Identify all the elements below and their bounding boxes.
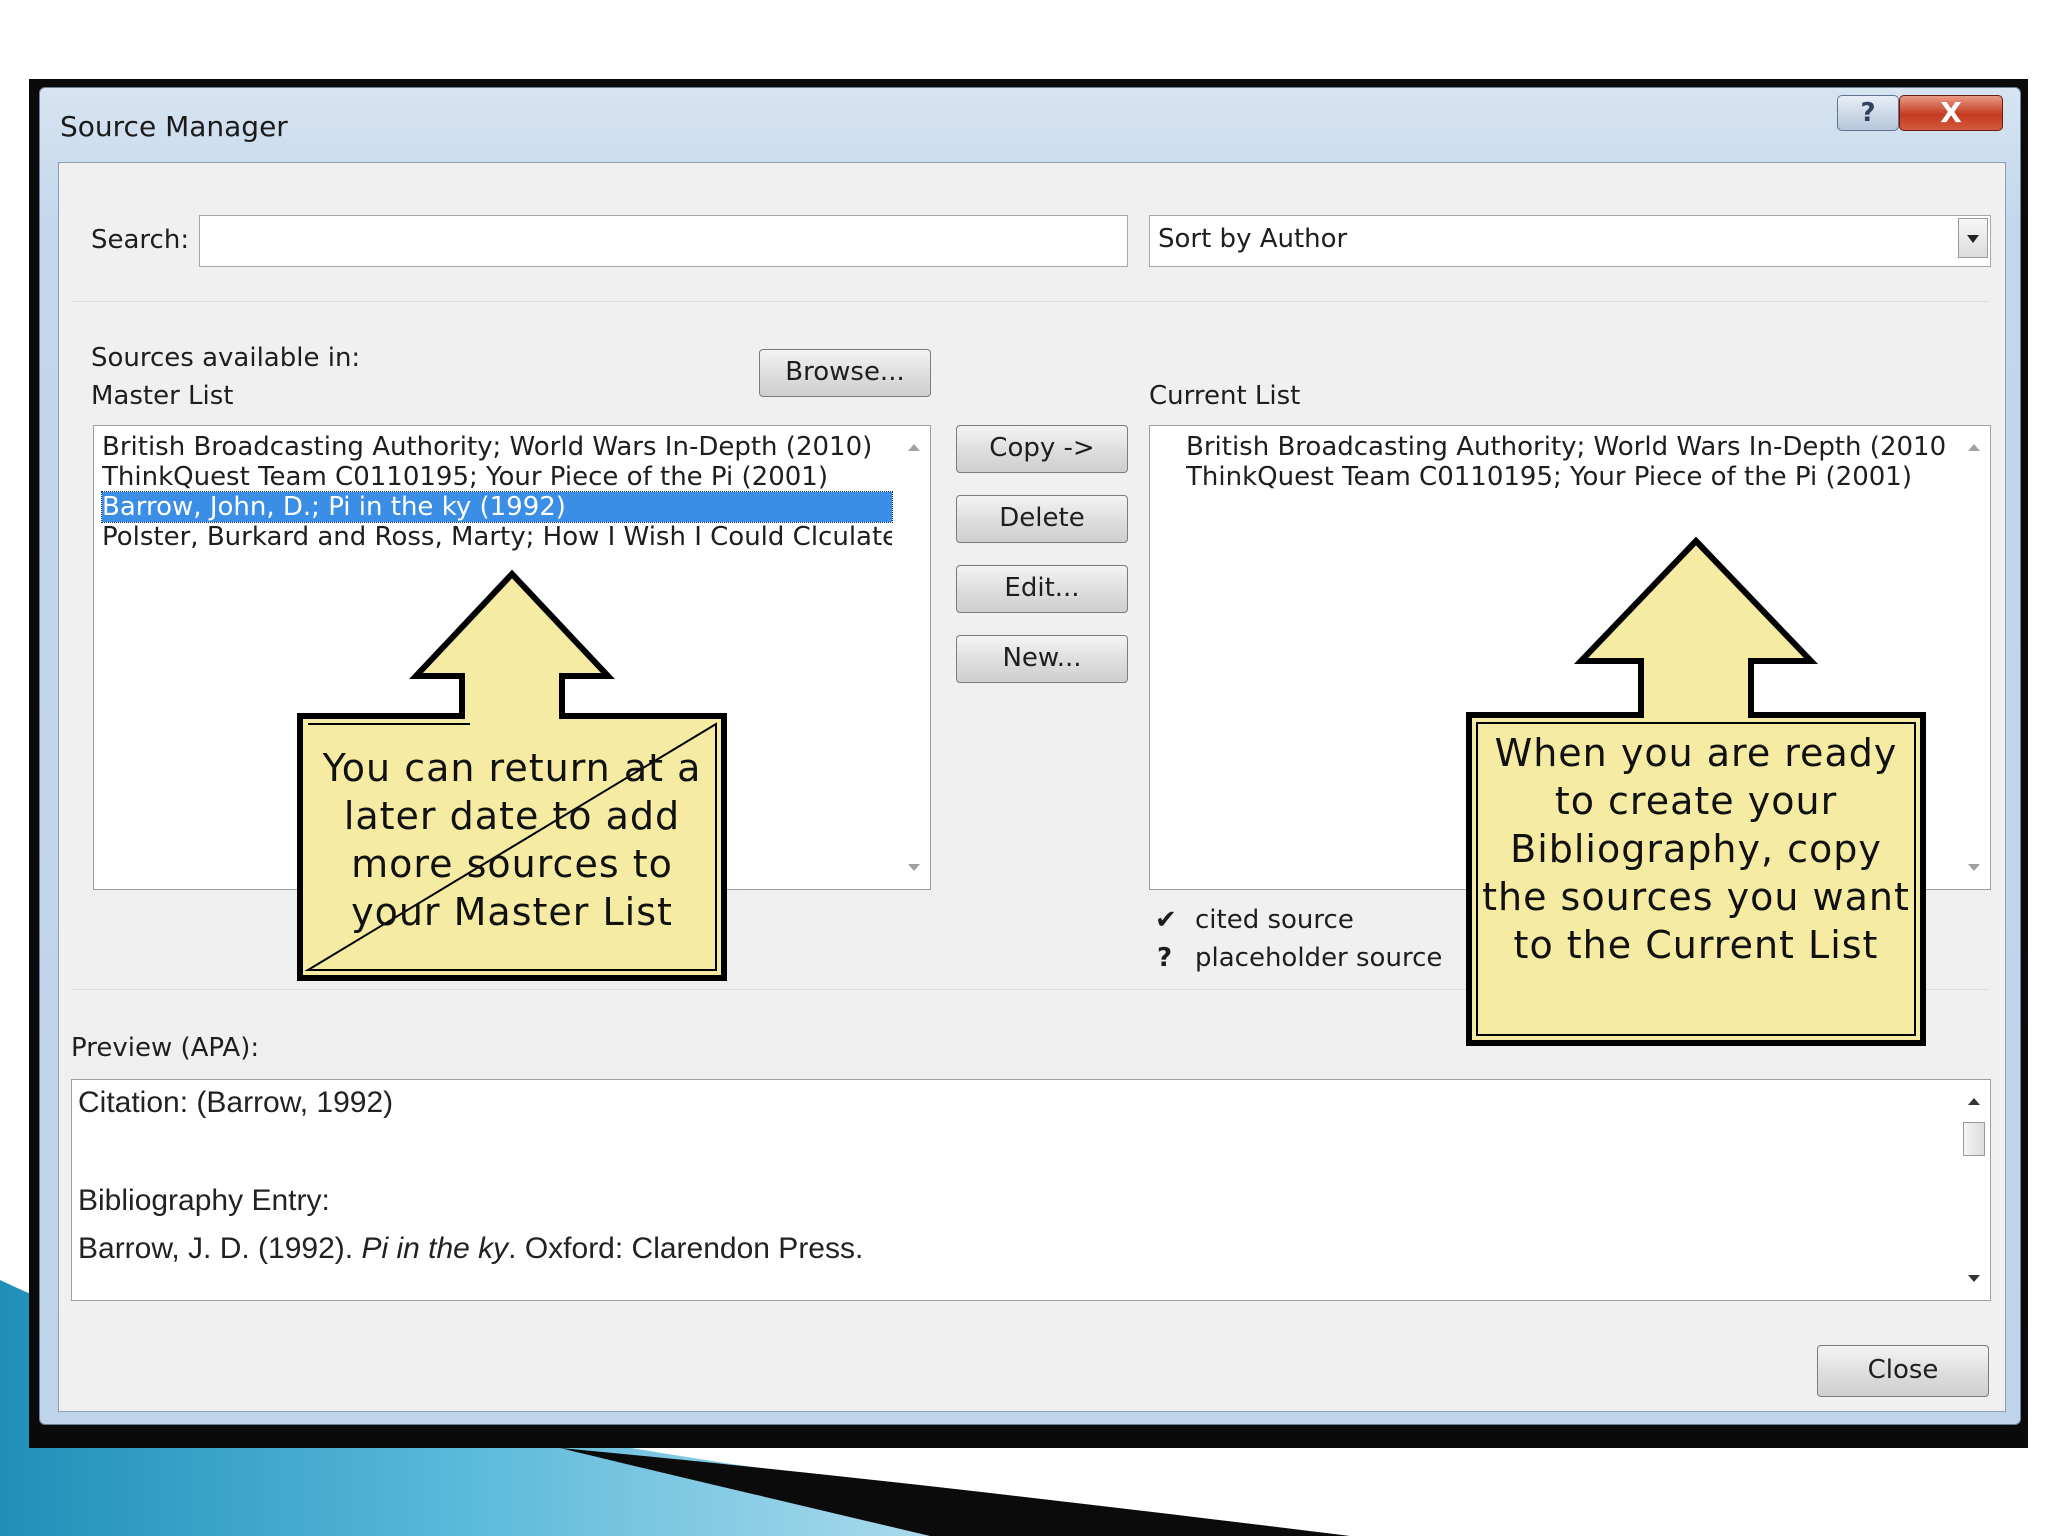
scroll-down-icon[interactable] [908, 864, 920, 871]
bibliography-entry: Barrow, J. D. (1992). Pi in the ky. Oxfo… [78, 1232, 863, 1266]
callout-right: When you are ready to create your Biblio… [1465, 535, 1927, 1049]
cited-source-label: cited source [1195, 905, 1354, 935]
list-item[interactable]: British Broadcasting Authority; World Wa… [1186, 432, 1946, 462]
sources-available-label: Sources available in: [91, 343, 361, 373]
list-item[interactable]: Polster, Burkard and Ross, Marty; How I … [102, 522, 892, 552]
bib-title: Pi in the ky [361, 1232, 509, 1265]
delete-button[interactable]: Delete [956, 495, 1128, 543]
current-list-scrollbar[interactable] [1960, 428, 1988, 887]
bibliography-heading: Bibliography Entry: [78, 1184, 330, 1217]
edit-button[interactable]: Edit... [956, 565, 1128, 613]
close-window-button[interactable]: X [1899, 95, 2003, 131]
master-list-scrollbar[interactable] [900, 428, 928, 887]
divider [73, 301, 1989, 302]
new-button[interactable]: New... [956, 635, 1128, 683]
window-title: Source Manager [60, 110, 288, 143]
sort-selected-value: Sort by Author [1158, 224, 1348, 254]
scroll-up-icon[interactable] [1968, 444, 1980, 451]
citation-text: Citation: (Barrow, 1992) [78, 1086, 394, 1119]
list-item-selected[interactable]: Barrow, John, D.; Pi in the ky (1992) [101, 491, 893, 523]
help-button[interactable]: ? [1837, 95, 1899, 131]
bib-rest: . Oxford: Clarendon Press. [508, 1232, 864, 1265]
search-input[interactable] [199, 215, 1128, 267]
search-label: Search: [91, 225, 190, 255]
checkmark-icon: ✔ [1155, 905, 1177, 935]
scroll-down-icon[interactable] [1968, 1275, 1980, 1282]
scroll-up-icon[interactable] [1968, 1098, 1980, 1105]
preview-scrollbar[interactable] [1960, 1082, 1988, 1298]
placeholder-source-label: placeholder source [1195, 943, 1443, 973]
scroll-down-icon[interactable] [1968, 864, 1980, 871]
list-item[interactable]: ThinkQuest Team C0110195; Your Piece of … [1186, 462, 1946, 492]
master-list-label: Master List [91, 381, 234, 411]
list-item[interactable]: ThinkQuest Team C0110195; Your Piece of … [102, 462, 892, 492]
callout-left-text: You can return at a later date to add mo… [322, 746, 702, 934]
question-mark-icon: ? [1157, 943, 1173, 973]
scroll-thumb[interactable] [1963, 1122, 1985, 1156]
preview-box[interactable]: Citation: (Barrow, 1992) Bibliography En… [71, 1079, 1991, 1301]
copy-button[interactable]: Copy -> [956, 425, 1128, 473]
preview-label: Preview (APA): [71, 1033, 260, 1063]
title-bar: Source Manager ? X [40, 88, 2020, 160]
callout-right-text: When you are ready to create your Biblio… [1482, 731, 1910, 967]
callout-left: You can return at a later date to add mo… [296, 568, 728, 984]
chevron-down-icon[interactable] [1958, 218, 1988, 258]
scroll-up-icon[interactable] [908, 444, 920, 451]
current-list-label: Current List [1149, 381, 1301, 411]
browse-button[interactable]: Browse... [759, 349, 931, 397]
sort-dropdown[interactable]: Sort by Author [1149, 215, 1991, 267]
bib-author: Barrow, J. D. (1992). [78, 1232, 362, 1265]
list-item[interactable]: British Broadcasting Authority; World Wa… [102, 432, 892, 462]
close-button[interactable]: Close [1817, 1345, 1989, 1397]
